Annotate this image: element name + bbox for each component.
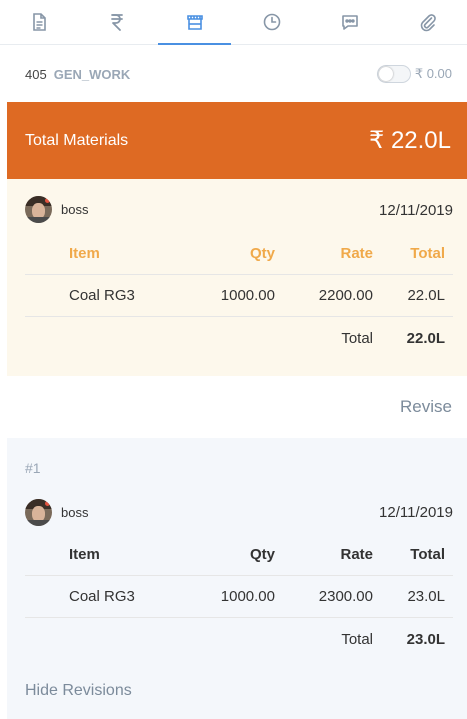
summary-value: 22.0L: [406, 329, 445, 347]
store-icon: [186, 15, 203, 30]
table-row: Coal RG3 1000.00 2200.00 22.0L: [25, 275, 453, 317]
total-materials-label: Total Materials: [25, 131, 129, 149]
chat-icon: [342, 15, 359, 30]
tab-bar: [0, 0, 467, 45]
work-number: 405: [25, 66, 47, 82]
total-materials-bar: Total Materials ₹ 22.0L: [7, 102, 467, 179]
entry-date: 12/11/2019: [379, 202, 453, 219]
header-qty: Qty: [249, 245, 275, 262]
cell-item: Coal RG3: [69, 588, 135, 605]
user-name: boss: [61, 202, 89, 217]
cell-item: Coal RG3: [69, 287, 135, 304]
table-summary: Total 23.0L: [25, 618, 453, 660]
attachment-icon: [420, 14, 436, 32]
hide-revisions-link[interactable]: Hide Revisions: [25, 682, 132, 700]
entry-date: 12/11/2019: [379, 504, 453, 521]
revision-card: #1 boss 12/11/2019 Item Qty Rate Total C…: [7, 438, 467, 719]
revise-button[interactable]: Revise: [400, 397, 452, 417]
summary-value: 23.0L: [406, 630, 445, 648]
document-icon: [33, 13, 46, 31]
header-total: Total: [410, 245, 445, 262]
tab-payments[interactable]: [78, 0, 156, 44]
tab-timeline[interactable]: [233, 0, 311, 44]
header-rate: Rate: [340, 546, 373, 563]
header-item: Item: [69, 546, 100, 563]
amount-toggle[interactable]: [376, 65, 411, 83]
user-name: boss: [61, 505, 89, 520]
header-rate: Rate: [340, 245, 373, 262]
revision-number: #1: [25, 460, 41, 476]
cell-qty: 1000.00: [220, 287, 275, 304]
table-header: Item Qty Rate Total: [25, 233, 453, 275]
header-item: Item: [69, 245, 100, 262]
avatar: [25, 499, 52, 526]
cell-qty: 1000.00: [220, 588, 275, 605]
toggle-knob: [378, 67, 393, 81]
rupee-icon: [110, 14, 123, 31]
work-name: GEN_WORK: [53, 66, 131, 82]
header-total: Total: [410, 546, 445, 563]
current-materials-card: boss 12/11/2019 Item Qty Rate Total Coal…: [7, 179, 467, 376]
table-row: Coal RG3 1000.00 2300.00 23.0L: [25, 576, 453, 618]
tab-attachments[interactable]: [389, 0, 467, 44]
user-info: boss: [25, 196, 88, 223]
tab-comments[interactable]: [311, 0, 389, 44]
summary-label: Total: [341, 630, 373, 648]
header-qty: Qty: [249, 546, 275, 563]
total-materials-amount: ₹ 22.0L: [369, 127, 451, 154]
user-info: boss: [25, 499, 88, 526]
cell-total: 22.0L: [407, 287, 445, 304]
summary-label: Total: [341, 329, 373, 347]
tab-materials[interactable]: [156, 0, 234, 45]
table-summary: Total 22.0L: [25, 317, 453, 359]
clock-icon: [264, 13, 281, 31]
cell-rate: 2200.00: [318, 287, 373, 304]
tab-details[interactable]: [0, 0, 78, 44]
table-header: Item Qty Rate Total: [25, 534, 453, 576]
revision-table: Item Qty Rate Total Coal RG3 1000.00 230…: [25, 534, 453, 660]
avatar: [25, 196, 52, 223]
work-header: 405 GEN_WORK ₹ 0.00: [0, 46, 467, 102]
materials-table: Item Qty Rate Total Coal RG3 1000.00 220…: [25, 233, 453, 359]
cell-rate: 2300.00: [318, 588, 373, 605]
cell-total: 23.0L: [407, 588, 445, 605]
toggle-amount: ₹ 0.00: [414, 66, 452, 81]
